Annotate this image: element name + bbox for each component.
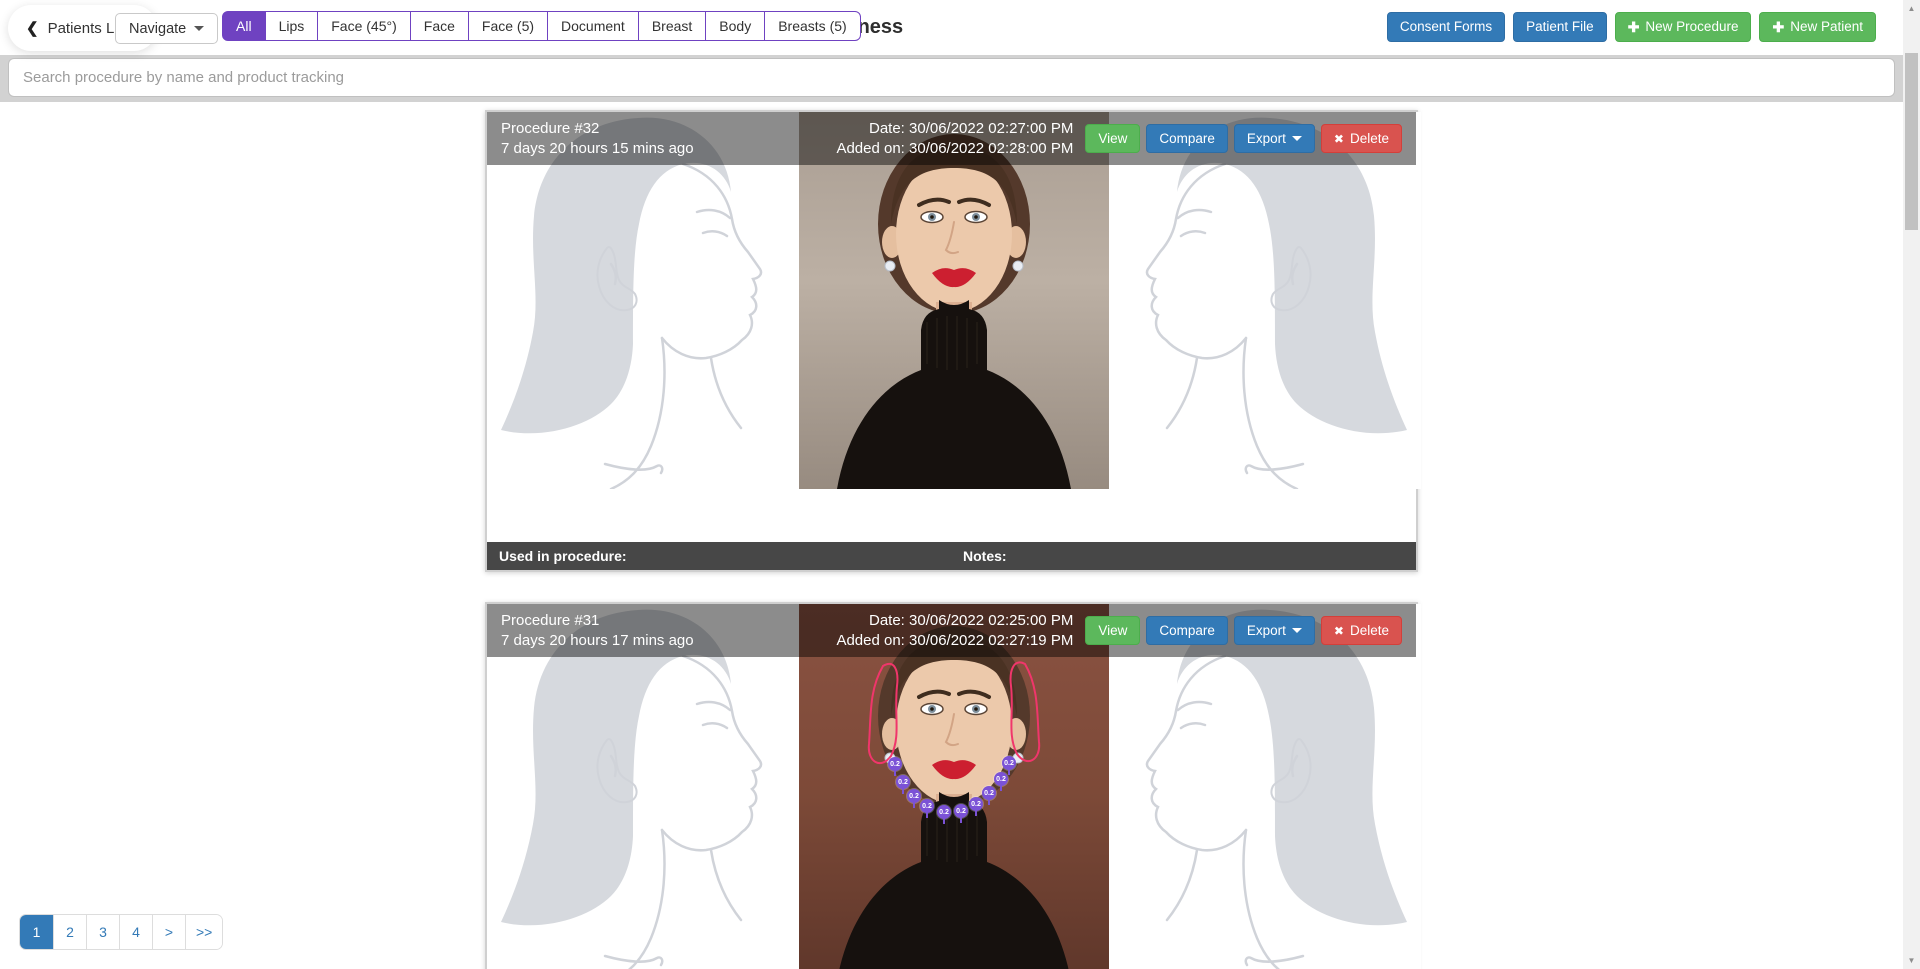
procedure-time-ago: 7 days 20 hours 17 mins ago [501, 632, 836, 649]
tab-lips[interactable]: Lips [265, 11, 319, 41]
profile-silhouette-left [487, 604, 799, 969]
annotation-regions [799, 604, 1109, 969]
tab-breasts-5[interactable]: Breasts (5) [764, 11, 860, 41]
page-3[interactable]: 3 [86, 915, 119, 949]
consent-forms-label: Consent Forms [1400, 20, 1492, 34]
injection-marker: 0.2 [888, 757, 902, 771]
injection-marker: 0.2 [982, 786, 996, 800]
compare-button[interactable]: Compare [1146, 616, 1228, 646]
right-cheek-outline [1011, 662, 1040, 761]
tab-face-45[interactable]: Face (45°) [317, 11, 411, 41]
patient-file-label: Patient File [1526, 20, 1594, 34]
x-icon: ✖ [1334, 133, 1344, 145]
view-button[interactable]: View [1085, 124, 1140, 154]
delete-button[interactable]: ✖ Delete [1321, 124, 1402, 154]
tab-all[interactable]: All [222, 11, 266, 41]
top-action-buttons: Consent Forms Patient File ✚ New Procedu… [1387, 12, 1876, 42]
page-4[interactable]: 4 [119, 915, 152, 949]
top-navbar: ❮ Patients List Navigate All Lips Face (… [0, 0, 1903, 55]
compare-button[interactable]: Compare [1146, 124, 1228, 154]
procedure-date: Date: 30/06/2022 02:27:00 PM [836, 120, 1073, 137]
page-2[interactable]: 2 [53, 915, 86, 949]
injection-marker: 0.2 [969, 797, 983, 811]
injection-marker: 0.2 [937, 805, 951, 819]
injection-marker: 0.2 [994, 772, 1008, 786]
page-1[interactable]: 1 [20, 915, 53, 949]
consent-forms-button[interactable]: Consent Forms [1387, 12, 1505, 42]
left-cheek-outline [869, 664, 898, 763]
pagination: 1 2 3 4 > >> [20, 915, 222, 949]
profile-silhouette-right [1109, 604, 1421, 969]
new-procedure-label: New Procedure [1645, 20, 1738, 34]
procedure-date: Date: 30/06/2022 02:25:00 PM [836, 612, 1073, 629]
page-last[interactable]: >> [185, 915, 222, 949]
filter-tabs: All Lips Face (45°) Face Face (5) Docume… [222, 11, 861, 41]
search-strip [0, 55, 1903, 102]
procedure-title: Procedure #31 [501, 612, 836, 629]
chevron-left-icon: ❮ [26, 19, 39, 37]
procedure-added-on: Added on: 30/06/2022 02:28:00 PM [836, 140, 1073, 157]
export-dropdown-button[interactable]: Export [1234, 124, 1315, 154]
profile-silhouette-right [1109, 112, 1421, 489]
profile-silhouette-left [487, 112, 799, 489]
scrollbar-thumb[interactable] [1905, 53, 1918, 230]
delete-button[interactable]: ✖ Delete [1321, 616, 1402, 646]
tab-document[interactable]: Document [547, 11, 639, 41]
injection-marker: 0.2 [954, 804, 968, 818]
tab-face[interactable]: Face [410, 11, 469, 41]
tab-body[interactable]: Body [705, 11, 765, 41]
new-patient-button[interactable]: ✚ New Patient [1759, 12, 1876, 42]
procedure-32-photo[interactable] [799, 112, 1109, 489]
scroll-up-icon[interactable]: ▲ [1903, 0, 1920, 17]
patient-file-button[interactable]: Patient File [1513, 12, 1607, 42]
card-31-body: 0.20.20.20.20.20.20.20.20.20.2 [487, 604, 1416, 969]
notes-label: Notes: [963, 548, 1416, 564]
plus-icon: ✚ [1628, 20, 1640, 34]
caret-down-icon [194, 26, 204, 31]
card-31-dates: Date: 30/06/2022 02:25:00 PM Added on: 3… [836, 612, 1073, 649]
vertical-scrollbar[interactable]: ▲ ▼ [1903, 0, 1920, 969]
patient-portrait-image [799, 112, 1109, 489]
tab-face-5[interactable]: Face (5) [468, 11, 548, 41]
x-icon: ✖ [1334, 625, 1344, 637]
procedure-title: Procedure #32 [501, 120, 836, 137]
navigate-dropdown[interactable]: Navigate [115, 13, 218, 44]
card-31-buttons: View Compare Export ✖ Delete [1085, 616, 1402, 646]
injection-marker: 0.2 [1002, 756, 1016, 770]
procedure-card-31: 0.20.20.20.20.20.20.20.20.20.2 Procedure… [485, 602, 1418, 969]
procedure-added-on: Added on: 30/06/2022 02:27:19 PM [836, 632, 1073, 649]
plus-icon: ✚ [1772, 20, 1784, 34]
search-input[interactable] [8, 58, 1895, 97]
annotation-layer: 0.20.20.20.20.20.20.20.20.20.2 [799, 604, 1109, 969]
tab-breast[interactable]: Breast [638, 11, 706, 41]
card-31-header: Procedure #31 7 days 20 hours 17 mins ag… [487, 604, 1416, 657]
card-32-body [487, 112, 1416, 570]
card-32-header: Procedure #32 7 days 20 hours 15 mins ag… [487, 112, 1416, 165]
procedure-time-ago: 7 days 20 hours 15 mins ago [501, 140, 836, 157]
used-in-procedure-label: Used in procedure: [487, 548, 963, 564]
view-button[interactable]: View [1085, 616, 1140, 646]
page-next[interactable]: > [152, 915, 185, 949]
caret-down-icon [1292, 628, 1302, 633]
export-dropdown-button[interactable]: Export [1234, 616, 1315, 646]
injection-marker: 0.2 [920, 799, 934, 813]
card-32-footer: Used in procedure: Notes: [487, 542, 1416, 570]
card-32-dates: Date: 30/06/2022 02:27:00 PM Added on: 3… [836, 120, 1073, 157]
procedure-card-32: Procedure #32 7 days 20 hours 15 mins ag… [485, 110, 1418, 572]
procedure-31-photo[interactable]: 0.20.20.20.20.20.20.20.20.20.2 [799, 604, 1109, 969]
injection-marker: 0.2 [907, 789, 921, 803]
injection-marker: 0.2 [896, 775, 910, 789]
scroll-down-icon[interactable]: ▼ [1903, 952, 1920, 969]
card-31-info: Procedure #31 7 days 20 hours 17 mins ag… [501, 612, 836, 649]
card-32-info: Procedure #32 7 days 20 hours 15 mins ag… [501, 120, 836, 157]
navigate-label: Navigate [129, 21, 186, 37]
new-patient-label: New Patient [1790, 20, 1863, 34]
caret-down-icon [1292, 136, 1302, 141]
new-procedure-button[interactable]: ✚ New Procedure [1615, 12, 1752, 42]
card-32-buttons: View Compare Export ✖ Delete [1085, 124, 1402, 154]
